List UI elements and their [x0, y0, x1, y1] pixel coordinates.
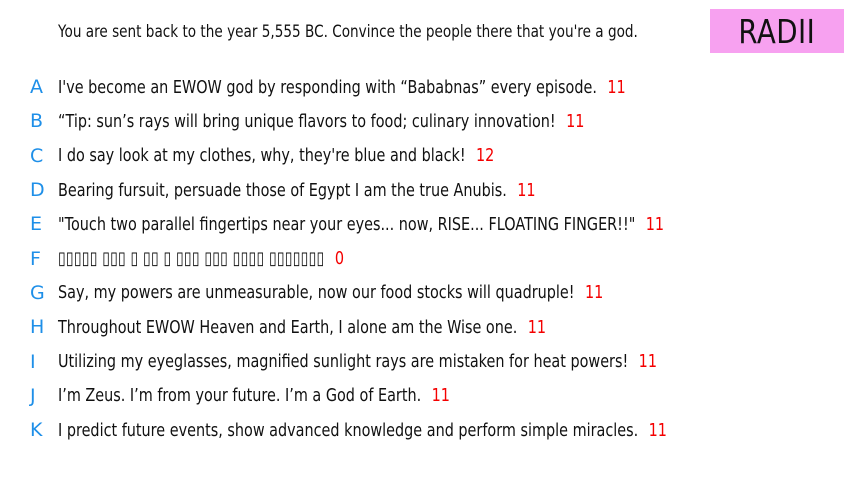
entry-letter: E: [30, 213, 43, 236]
list-item: B “Tip: sun’s rays will bring unique fla…: [0, 104, 853, 138]
prompt-text: You are sent back to the year 5,555 BC. …: [58, 22, 638, 42]
list-item: A I've become an EWOW god by responding …: [0, 70, 853, 104]
entry-response: Say, my powers are unmeasurable, now our…: [58, 282, 603, 303]
list-item: F ▯▯▯▯▯ ▯▯▯ ▯ ▯▯ ▯ ▯▯▯ ▯▯▯ ▯▯▯▯ ▯▯▯▯▯▯▯ …: [0, 241, 853, 275]
entry-response: Throughout EWOW Heaven and Earth, I alon…: [58, 317, 546, 338]
entry-response: I do say look at my clothes, why, they'r…: [58, 145, 494, 166]
entry-response: ▯▯▯▯▯ ▯▯▯ ▯ ▯▯ ▯ ▯▯▯ ▯▯▯ ▯▯▯▯ ▯▯▯▯▯▯▯ 0: [58, 248, 344, 269]
list-item: C I do say look at my clothes, why, they…: [0, 139, 853, 173]
entry-score: 11: [517, 179, 536, 201]
entry-text: "Touch two parallel fingertips near your…: [58, 213, 636, 235]
entry-score: 11: [638, 351, 657, 373]
entries-list: A I've become an EWOW god by responding …: [0, 70, 853, 447]
entry-score: 11: [431, 385, 450, 407]
entry-response: I’m Zeus. I’m from your future. I’m a Go…: [58, 385, 450, 406]
entry-score: 11: [566, 110, 585, 132]
list-item: D Bearing fursuit, persuade those of Egy…: [0, 173, 853, 207]
entry-text: I predict future events, show advanced k…: [58, 419, 639, 441]
entry-response: "Touch two parallel fingertips near your…: [58, 214, 664, 235]
entry-letter: B: [30, 110, 44, 133]
list-item: J I’m Zeus. I’m from your future. I’m a …: [0, 379, 853, 413]
entry-score: 11: [648, 419, 667, 441]
list-item: G Say, my powers are unmeasurable, now o…: [0, 276, 853, 310]
entry-letter: I: [30, 350, 36, 373]
entry-score: 11: [527, 316, 547, 338]
entry-letter: D: [30, 179, 45, 202]
entry-score: 11: [607, 76, 626, 98]
entry-response: Utilizing my eyeglasses, magnified sunli…: [58, 351, 657, 372]
entry-text: I've become an EWOW god by responding wi…: [58, 76, 597, 98]
entry-response: I predict future events, show advanced k…: [58, 420, 667, 441]
entry-letter: K: [30, 419, 43, 442]
entry-text: Utilizing my eyeglasses, magnified sunli…: [58, 351, 629, 373]
entry-score: 12: [476, 145, 495, 167]
entry-score: 11: [584, 282, 604, 304]
entry-score: 11: [645, 213, 665, 235]
entry-letter: H: [30, 316, 45, 339]
entry-response: “Tip: sun’s rays will bring unique flavo…: [58, 111, 584, 132]
entry-letter: F: [30, 247, 41, 270]
list-item: I Utilizing my eyeglasses, magnified sun…: [0, 344, 853, 378]
entry-letter: A: [30, 76, 43, 99]
list-item: K I predict future events, show advanced…: [0, 413, 853, 447]
entry-text: Bearing fursuit, persuade those of Egypt…: [58, 179, 507, 201]
entry-text: Say, my powers are unmeasurable, now our…: [58, 282, 575, 304]
entry-text: “Tip: sun’s rays will bring unique flavo…: [58, 110, 556, 132]
entry-letter: J: [30, 384, 36, 407]
badge-label: RADII: [738, 11, 816, 51]
entry-response: I've become an EWOW god by responding wi…: [58, 77, 626, 98]
entry-score: 0: [334, 248, 344, 270]
list-item: H Throughout EWOW Heaven and Earth, I al…: [0, 310, 853, 344]
list-item: E "Touch two parallel fingertips near yo…: [0, 207, 853, 241]
badge: RADII: [710, 9, 844, 53]
entry-response: Bearing fursuit, persuade those of Egypt…: [58, 180, 536, 201]
entry-text: I’m Zeus. I’m from your future. I’m a Go…: [58, 385, 422, 407]
entry-text: I do say look at my clothes, why, they'r…: [58, 145, 466, 167]
entry-letter: C: [30, 144, 44, 167]
entry-letter: G: [30, 281, 45, 304]
entry-text: ▯▯▯▯▯ ▯▯▯ ▯ ▯▯ ▯ ▯▯▯ ▯▯▯ ▯▯▯▯ ▯▯▯▯▯▯▯: [58, 248, 325, 270]
entry-text: Throughout EWOW Heaven and Earth, I alon…: [58, 316, 518, 338]
